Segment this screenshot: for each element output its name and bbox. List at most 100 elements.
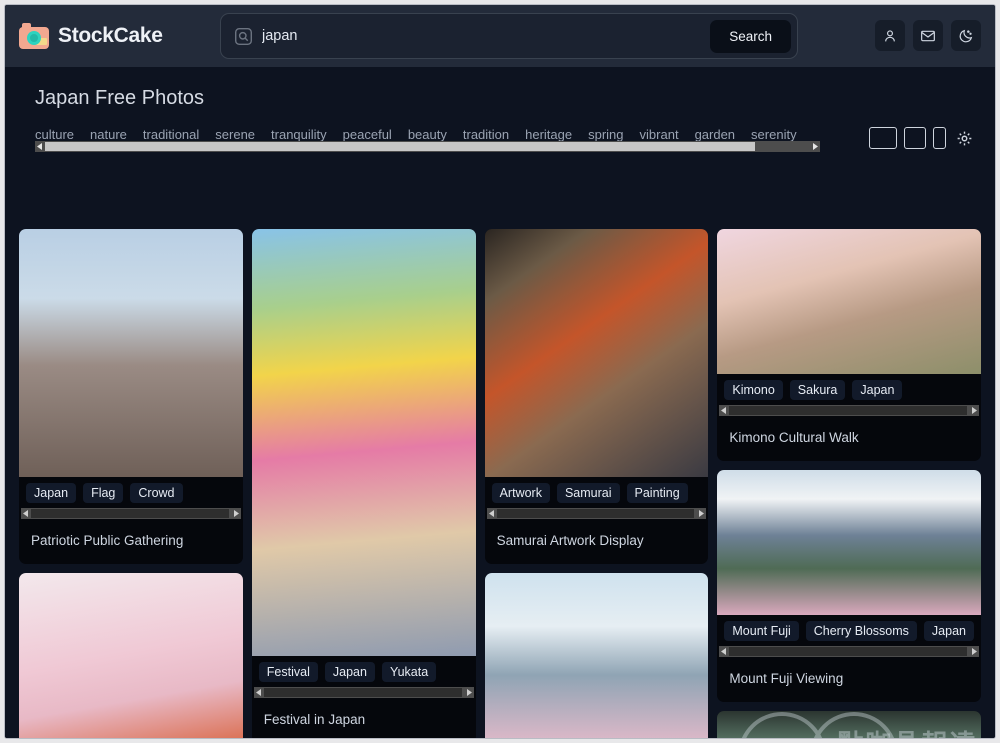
search-bar: Search [220, 13, 798, 59]
camera-icon [19, 23, 49, 49]
photo-card[interactable]: Kimono Sakura Japan Kimono Cultural Walk [717, 229, 981, 461]
tag-link[interactable]: tranquility [271, 127, 327, 142]
tag-link[interactable]: garden [695, 127, 735, 142]
page-body: Japan Free Photos culture nature tradition… [5, 67, 995, 738]
scrollbar-thumb[interactable] [729, 647, 967, 656]
envelope-icon [921, 30, 935, 41]
scroll-right-arrow-icon[interactable] [231, 508, 241, 519]
scroll-left-arrow-icon[interactable] [254, 687, 264, 698]
card-tag-chip[interactable]: Samurai [556, 483, 620, 503]
card-tag-chip[interactable]: Painting [626, 483, 688, 503]
search-button[interactable]: Search [710, 19, 791, 53]
moon-icon [959, 29, 973, 42]
layout-narrow-button[interactable] [933, 127, 946, 149]
app-header: StockCake Search [5, 5, 995, 67]
scroll-right-arrow-icon[interactable] [810, 141, 820, 152]
photo-column: Japan Flag Crowd Patriotic Public Gathering [19, 229, 243, 738]
scrollbar-thumb[interactable] [31, 509, 229, 518]
card-tag-chip[interactable]: Yukata [381, 662, 437, 682]
scroll-right-arrow-icon[interactable] [969, 646, 979, 657]
tag-link[interactable]: nature [90, 127, 127, 142]
card-image[interactable] [717, 470, 981, 615]
card-tag-chip[interactable]: Mount Fuji [724, 621, 799, 641]
gear-icon[interactable] [956, 130, 973, 147]
scrollbar-thumb[interactable] [263, 688, 462, 697]
card-image[interactable] [484, 229, 709, 477]
messages-button[interactable] [913, 20, 943, 51]
card-tag-chip[interactable]: Japan [324, 662, 375, 682]
tag-scrollbar[interactable] [35, 141, 820, 152]
tag-link[interactable]: tradition [463, 127, 509, 142]
tag-link[interactable]: traditional [143, 127, 199, 142]
scroll-left-arrow-icon[interactable] [21, 508, 31, 519]
photo-column: Artwork Samurai Painting Samurai Artwork Di… [484, 229, 709, 738]
card-title: Patriotic Public Gathering [31, 533, 184, 548]
tag-link[interactable]: serenity [751, 127, 797, 142]
card-tag-scrollbar[interactable] [21, 508, 241, 519]
app-name: StockCake [58, 24, 163, 47]
card-title: Kimono Cultural Walk [729, 430, 859, 445]
tag-link[interactable]: vibrant [640, 127, 679, 142]
card-title: Samurai Artwork Display [496, 533, 644, 548]
watermark-text: 點咖喿報達 [837, 724, 977, 738]
browser-window: StockCake Search [4, 4, 996, 739]
photo-card[interactable] [19, 573, 243, 738]
card-tag-scrollbar[interactable] [719, 646, 979, 657]
card-image[interactable] [251, 229, 476, 656]
scrollbar-thumb[interactable] [496, 509, 695, 518]
card-tag-chip[interactable]: Japan [923, 621, 974, 641]
card-tag-chip[interactable]: Japan [26, 483, 77, 503]
card-tag-chip[interactable]: Japan [852, 380, 903, 400]
scroll-left-arrow-icon[interactable] [719, 405, 729, 416]
card-tag-scrollbar[interactable] [486, 508, 707, 519]
photo-card[interactable]: Mount Fuji Cherry Blossoms Japan Mount Fuji… [717, 470, 981, 702]
card-tag-list: Kimono Sakura Japan [717, 374, 981, 405]
photo-card[interactable]: Artwork Samurai Painting Samurai Artwork Di… [484, 229, 709, 564]
card-tag-chip[interactable]: Kimono [724, 380, 783, 400]
tag-link[interactable]: peaceful [343, 127, 392, 142]
photo-card[interactable]: 點咖喿報達http://www.koopa.com.tw [717, 711, 981, 738]
theme-toggle-button[interactable] [951, 20, 981, 51]
photo-card[interactable] [484, 573, 709, 738]
scroll-left-arrow-icon[interactable] [487, 508, 497, 519]
card-tag-scrollbar[interactable] [253, 687, 474, 698]
card-image[interactable] [19, 229, 243, 477]
card-image[interactable] [19, 573, 243, 738]
tag-link[interactable]: spring [588, 127, 623, 142]
card-tag-list: Mount Fuji Cherry Blossoms Japan [717, 615, 981, 646]
card-tag-chip[interactable]: Festival [258, 662, 318, 682]
account-button[interactable] [875, 20, 905, 51]
card-tag-chip[interactable]: Cherry Blossoms [805, 621, 917, 641]
scroll-right-arrow-icon[interactable] [464, 687, 474, 698]
scroll-right-arrow-icon[interactable] [969, 405, 979, 416]
card-tag-chip[interactable]: Artwork [491, 483, 550, 503]
photo-card[interactable]: Japan Flag Crowd Patriotic Public Gathering [19, 229, 243, 564]
scroll-left-arrow-icon[interactable] [35, 141, 45, 152]
tag-link[interactable]: heritage [525, 127, 572, 142]
card-image[interactable] [484, 573, 709, 738]
card-tag-list: Japan Flag Crowd [19, 477, 243, 508]
card-tag-scrollbar[interactable] [719, 405, 979, 416]
app-logo[interactable]: StockCake [19, 23, 219, 49]
search-input[interactable] [252, 28, 711, 44]
card-tag-chip[interactable]: Flag [83, 483, 124, 503]
card-tag-chip[interactable]: Crowd [130, 483, 183, 503]
tag-link[interactable]: beauty [408, 127, 447, 142]
photo-column: Festival Japan Yukata Festival in Japan [251, 229, 476, 738]
scrollbar-thumb[interactable] [45, 142, 755, 151]
layout-wide-button[interactable] [869, 127, 897, 149]
card-image[interactable] [717, 229, 981, 374]
card-tag-chip[interactable]: Sakura [789, 380, 846, 400]
card-title: Mount Fuji Viewing [729, 671, 844, 686]
scroll-left-arrow-icon[interactable] [719, 646, 729, 657]
card-title: Festival in Japan [263, 712, 366, 727]
photo-grid: Japan Flag Crowd Patriotic Public Gathering… [5, 229, 995, 738]
scroll-right-arrow-icon[interactable] [696, 508, 706, 519]
photo-card[interactable]: Festival Japan Yukata Festival in Japan [251, 229, 476, 738]
card-image[interactable]: 點咖喿報達http://www.koopa.com.tw [717, 711, 981, 738]
layout-medium-button[interactable] [904, 127, 926, 149]
card-tag-list: Artwork Samurai Painting [484, 477, 709, 508]
tag-link[interactable]: culture [35, 127, 74, 142]
scrollbar-thumb[interactable] [729, 406, 967, 415]
tag-link[interactable]: serene [215, 127, 255, 142]
